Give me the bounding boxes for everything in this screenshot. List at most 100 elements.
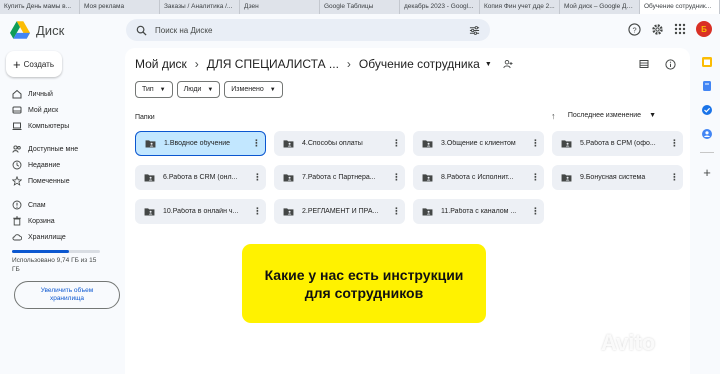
sidebar-item-label: Спам [28, 201, 46, 209]
sidebar-item-my-drive[interactable]: Мой диск [12, 104, 122, 116]
share-folder-icon[interactable] [503, 59, 513, 69]
chevron-right-icon: › [346, 57, 351, 71]
more-options-icon[interactable]: ⋮ [670, 138, 679, 149]
more-options-icon[interactable]: ⋮ [252, 138, 261, 149]
browser-tab[interactable]: Дзен [240, 0, 320, 14]
sort-direction-arrow-icon[interactable]: ↑ [551, 111, 556, 121]
people-icon [12, 145, 21, 153]
browser-tab[interactable]: Моя реклама [80, 0, 160, 14]
folder-card[interactable]: 8.Работа с Исполнит... ⋮ [413, 165, 544, 190]
browser-tab-active[interactable]: Обучение сотрудник... [640, 0, 720, 14]
folder-card[interactable]: 1.Вводное обучение ⋮ [135, 131, 266, 156]
caret-down-icon: ▼ [207, 86, 214, 93]
more-options-icon[interactable]: ⋮ [670, 172, 679, 183]
google-drive-icon [10, 21, 30, 39]
folder-name: 8.Работа с Исполнит... [441, 174, 514, 181]
folder-card[interactable]: 7.Работа с Партнера... ⋮ [274, 165, 405, 190]
breadcrumb-item[interactable]: Мой диск [135, 57, 187, 71]
more-options-icon[interactable]: ⋮ [531, 138, 540, 149]
sidebar-item-label: Личный [28, 90, 53, 98]
chevron-right-icon: › [194, 57, 199, 71]
folder-name: 9.Бонусная система [580, 174, 646, 181]
folder-grid: 1.Вводное обучение ⋮ 4.Способы оплаты ⋮ 3.Об… [135, 131, 683, 224]
trash-icon [13, 216, 21, 226]
browser-tab[interactable]: Google Таблицы [320, 0, 400, 14]
folder-card[interactable]: 4.Способы оплаты ⋮ [274, 131, 405, 156]
folder-card[interactable]: 2.РЕГЛАМЕНТ И ПРА... ⋮ [274, 199, 405, 224]
info-icon[interactable] [665, 59, 676, 70]
clock-icon [12, 160, 22, 170]
filter-people-chip[interactable]: Люди ▼ [176, 81, 221, 98]
more-options-icon[interactable]: ⋮ [392, 206, 401, 217]
more-options-icon[interactable]: ⋮ [392, 172, 401, 183]
drive-icon [12, 106, 22, 114]
avito-logo-icon [576, 334, 593, 351]
folder-card[interactable]: 5.Работа в СРМ (офо... ⋮ [552, 131, 683, 156]
browser-tab[interactable]: Мой диск – Google Ди... [560, 0, 640, 14]
sidebar-item-recent[interactable]: Недавние [12, 159, 122, 171]
sidebar-item-label: Мой диск [28, 106, 59, 114]
browser-tab[interactable]: Купить День мамы в... [0, 0, 80, 14]
tasks-icon[interactable] [701, 104, 713, 116]
folder-card[interactable]: 11.Работа с каналом ... ⋮ [413, 199, 544, 224]
search-bar[interactable] [126, 19, 490, 41]
keep-icon[interactable] [701, 80, 713, 92]
add-addon-icon[interactable]: + [703, 165, 711, 180]
browser-tab[interactable]: декабрь 2023 - Googl... [400, 0, 480, 14]
more-options-icon[interactable]: ⋮ [253, 206, 262, 217]
search-icon[interactable] [136, 25, 147, 36]
browser-tab[interactable]: Копия Фин учет дде 2... [480, 0, 560, 14]
sidebar-item-shared[interactable]: Доступные мне [12, 143, 122, 155]
top-right-toolbar: ? Б [627, 21, 712, 37]
sort-menu[interactable]: Последнее изменение ▼ [568, 112, 656, 119]
folder-card[interactable]: 9.Бонусная система ⋮ [552, 165, 683, 190]
spam-icon [12, 200, 22, 210]
more-options-icon[interactable]: ⋮ [392, 138, 401, 149]
search-options-icon[interactable] [469, 25, 480, 36]
folder-card[interactable]: 3.Общение с клиентом ⋮ [413, 131, 544, 156]
apps-grid-icon[interactable] [673, 22, 687, 36]
account-avatar[interactable]: Б [696, 21, 712, 37]
caret-down-icon: ▼ [269, 86, 276, 93]
storage-usage-bar [12, 250, 100, 253]
sidebar-item-storage[interactable]: Хранилище [12, 231, 122, 243]
search-input[interactable] [155, 25, 461, 35]
breadcrumb-item[interactable]: ДЛЯ СПЕЦИАЛИСТА ... [207, 57, 339, 71]
more-options-icon[interactable]: ⋮ [531, 206, 540, 217]
shared-folder-icon [422, 174, 433, 182]
breadcrumb-current[interactable]: Обучение сотрудника ▼ [359, 57, 513, 71]
sidebar-item-computers[interactable]: Компьютеры [12, 120, 122, 132]
sidebar-item-personal[interactable]: Личный [12, 88, 122, 100]
sidebar-item-spam[interactable]: Спам [12, 199, 122, 211]
sidebar-item-starred[interactable]: Помеченные [12, 175, 122, 187]
view-toolbar [639, 59, 676, 70]
folder-card[interactable]: 10.Работа в онлайн ч... ⋮ [135, 199, 266, 224]
shared-folder-icon [144, 174, 155, 182]
sidebar-item-label: Корзина [28, 217, 55, 225]
browser-tab[interactable]: Заказы / Аналитика /... [160, 0, 240, 14]
contacts-icon[interactable] [701, 128, 713, 140]
filter-chips: Тип ▼ Люди ▼ Изменено ▼ [135, 81, 283, 98]
calendar-icon[interactable] [701, 56, 713, 68]
avito-watermark: Avito [574, 330, 655, 356]
filter-modified-chip[interactable]: Изменено ▼ [224, 81, 283, 98]
folder-card[interactable]: 6.Работа в CRM (онл... ⋮ [135, 165, 266, 190]
more-options-icon[interactable]: ⋮ [531, 172, 540, 183]
drive-logo[interactable]: Диск [10, 21, 64, 39]
settings-gear-icon[interactable] [650, 22, 664, 36]
storage-usage-fill [12, 250, 70, 253]
right-side-panel: + [694, 50, 720, 250]
list-view-icon[interactable] [639, 59, 649, 69]
promo-banner: Какие у нас есть инструкции для сотрудни… [242, 244, 486, 323]
sidebar-item-trash[interactable]: Корзина [12, 215, 122, 227]
shared-folder-icon [283, 174, 294, 182]
more-options-icon[interactable]: ⋮ [253, 172, 262, 183]
create-button[interactable]: + Создать [6, 51, 62, 77]
upgrade-storage-button[interactable]: Увеличить объем хранилища [14, 281, 120, 309]
shared-folder-icon [422, 208, 433, 216]
filter-type-chip[interactable]: Тип ▼ [135, 81, 173, 98]
shared-folder-icon [561, 140, 572, 148]
caret-down-icon: ▼ [159, 86, 166, 93]
breadcrumb: Мой диск › ДЛЯ СПЕЦИАЛИСТА ... › Обучени… [135, 57, 513, 71]
help-icon[interactable]: ? [627, 22, 641, 36]
